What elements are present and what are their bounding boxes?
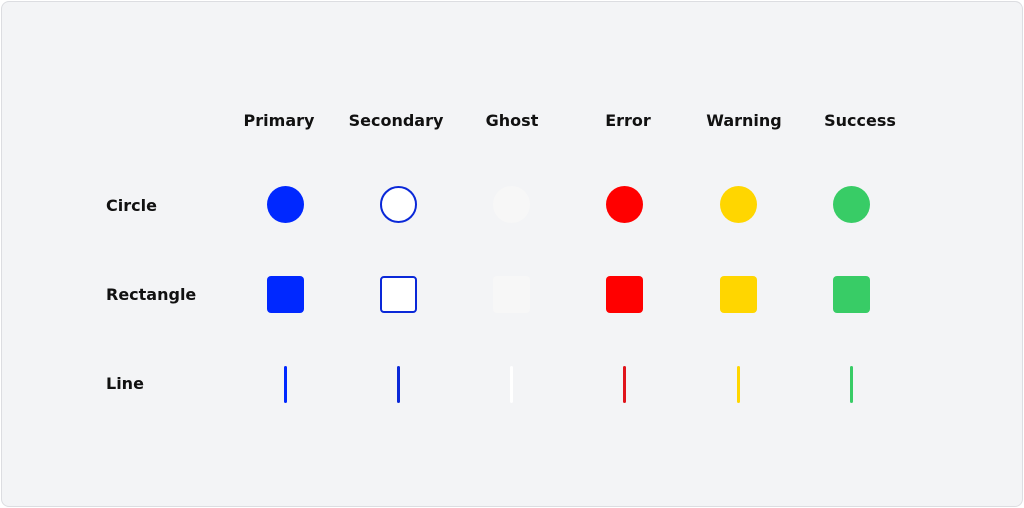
circle-primary [267,186,304,223]
rectangle-error [606,276,643,313]
row-label-circle: Circle [106,196,157,215]
rectangle-warning [720,276,757,313]
circle-success [833,186,870,223]
line-error [623,366,626,403]
rectangle-ghost [493,276,530,313]
line-primary [284,366,287,403]
row-label-rectangle: Rectangle [106,285,197,304]
circle-secondary [380,186,417,223]
column-header-success: Success [824,111,896,130]
line-ghost [510,366,513,403]
circle-error [606,186,643,223]
line-secondary [397,366,400,403]
rectangle-success [833,276,870,313]
rectangle-primary [267,276,304,313]
row-label-line: Line [106,374,144,393]
rectangle-secondary [380,276,417,313]
shape-style-matrix [1,1,1023,507]
circle-ghost [493,186,530,223]
circle-warning [720,186,757,223]
line-warning [737,366,740,403]
line-success [850,366,853,403]
